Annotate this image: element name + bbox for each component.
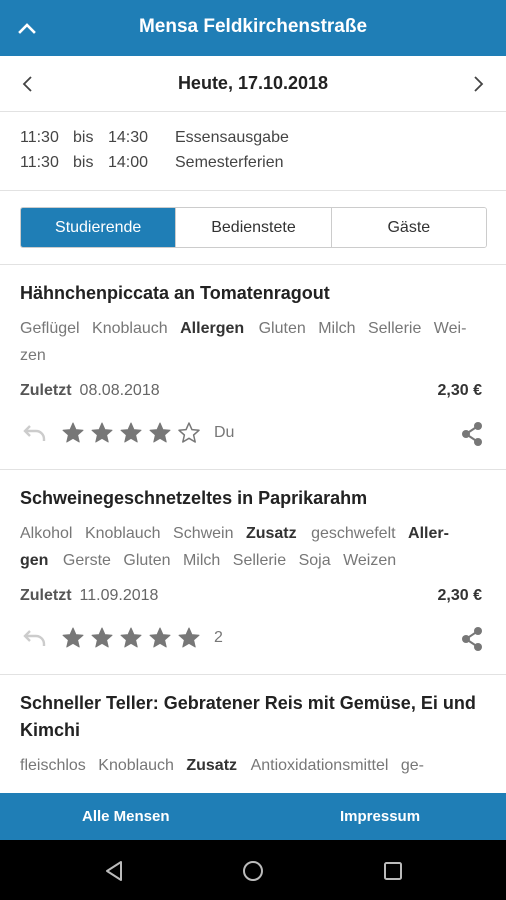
- star-empty-icon[interactable]: [177, 421, 201, 445]
- imprint-button[interactable]: Impressum: [340, 808, 420, 825]
- tag: Wei-: [433, 320, 467, 337]
- meal-card[interactable]: Schweinegeschnetzeltes in Paprikarahm Al…: [20, 485, 486, 656]
- tag: Knoblauch: [84, 525, 161, 542]
- tag: Knoblauch: [92, 320, 168, 337]
- hours-from: 11:30: [20, 129, 59, 146]
- meal-tags: Alkohol Knoblauch Schwein Zusatz geschwe…: [20, 520, 486, 574]
- meal-title: Hähnchenpiccata an Tomatenragout: [20, 283, 330, 303]
- tab-gaeste[interactable]: Gäste: [330, 208, 486, 247]
- star-filled-icon[interactable]: [148, 626, 172, 650]
- last-served-date: 11.09.2018: [79, 587, 159, 604]
- hours-bis: bis: [73, 129, 94, 146]
- star-filled-icon[interactable]: [61, 626, 85, 650]
- bottom-bar: Alle Mensen Impressum: [0, 793, 506, 840]
- meal-tags: Geflügel Knoblauch Allergen Gluten Milch…: [20, 315, 486, 369]
- meal-card[interactable]: Schneller Teller: Gebratener Reis mit Ge…: [20, 690, 486, 779]
- undo-icon[interactable]: [20, 628, 48, 650]
- last-served-label: Zuletzt: [20, 587, 72, 604]
- hours-to: 14:30: [108, 129, 149, 146]
- home-icon[interactable]: [241, 859, 265, 883]
- divider: [0, 264, 506, 265]
- recents-icon[interactable]: [381, 859, 405, 883]
- tag-category: Zusatz: [186, 757, 238, 774]
- star-filled-icon[interactable]: [119, 626, 143, 650]
- meal-tags: fleischlos Knoblauch Zusatz Antioxidatio…: [20, 752, 486, 779]
- divider: [0, 674, 506, 675]
- tag: Schwein: [173, 525, 234, 542]
- share-icon[interactable]: [460, 626, 484, 652]
- meal-rating: Du: [20, 419, 486, 451]
- hours-description: Semesterferien: [175, 154, 284, 171]
- tag: Soja: [298, 552, 331, 569]
- current-date: Heute, 17.10.2018: [177, 73, 329, 93]
- tag: Gluten: [123, 552, 171, 569]
- tag: ge-: [400, 757, 424, 774]
- divider: [0, 469, 506, 470]
- rating-count: 2: [214, 629, 223, 646]
- system-navigation-bar: [0, 840, 506, 900]
- tag-category: Allergen: [180, 320, 245, 337]
- tag-category: Zusatz: [245, 525, 297, 542]
- tag: Milch: [318, 320, 356, 337]
- hours-to: 14:00: [108, 154, 149, 171]
- page-title: Mensa Feldkirchenstraße: [138, 16, 368, 37]
- star-filled-icon[interactable]: [90, 626, 114, 650]
- tag: Gerste: [62, 552, 111, 569]
- tag: Gluten: [258, 320, 306, 337]
- rating-count: Du: [214, 424, 235, 441]
- meal-title: Schweinegeschnetzeltes in Paprikarahm: [20, 488, 368, 508]
- star-rating[interactable]: [61, 421, 206, 445]
- price-group-tabs: Studierende Bedienstete Gäste: [20, 207, 487, 248]
- meal-price: 2,30 €: [437, 382, 482, 399]
- tab-studierende[interactable]: Studierende: [21, 208, 176, 247]
- last-served-date: 08.08.2018: [79, 382, 160, 399]
- star-filled-icon[interactable]: [119, 421, 143, 445]
- tag: Geflügel: [20, 320, 80, 337]
- hours-from: 11:30: [20, 154, 59, 171]
- undo-icon[interactable]: [20, 423, 48, 445]
- meal-card[interactable]: Hähnchenpiccata an Tomatenragout Geflüge…: [20, 280, 486, 451]
- tag: geschwefelt: [311, 525, 396, 542]
- chevron-right-icon[interactable]: [468, 74, 488, 94]
- star-filled-icon[interactable]: [90, 421, 114, 445]
- meal-rating: 2: [20, 624, 486, 656]
- tag: Milch: [182, 552, 221, 569]
- opening-hours: 11:30 bis 14:30 Essensausgabe 11:30 bis …: [0, 113, 506, 191]
- back-icon[interactable]: [102, 859, 126, 883]
- tag: Sellerie: [232, 552, 287, 569]
- star-filled-icon[interactable]: [148, 421, 172, 445]
- star-rating[interactable]: [61, 626, 206, 650]
- last-served: Zuletzt 11.09.2018 2,30 €: [20, 587, 486, 611]
- meal-price: 2,30 €: [437, 587, 482, 604]
- tag: Knoblauch: [98, 757, 174, 774]
- tag: zen: [20, 347, 46, 364]
- star-filled-icon[interactable]: [177, 626, 201, 650]
- star-filled-icon[interactable]: [61, 421, 85, 445]
- date-navigation: Heute, 17.10.2018: [0, 56, 506, 112]
- last-served-label: Zuletzt: [20, 382, 72, 399]
- meal-title: Schneller Teller: Gebratener Reis mit Ge…: [20, 693, 476, 740]
- tag: Weizen: [343, 552, 397, 569]
- app-bar: Mensa Feldkirchenstraße: [0, 0, 506, 56]
- tag: Antioxidationsmittel: [250, 757, 389, 774]
- tab-bedienstete[interactable]: Bedienstete: [175, 208, 331, 247]
- hours-bis: bis: [73, 154, 94, 171]
- tag: Alkohol: [20, 525, 73, 542]
- tag: fleischlos: [20, 757, 86, 774]
- share-icon[interactable]: [460, 421, 484, 447]
- all-canteens-button[interactable]: Alle Mensen: [82, 808, 170, 825]
- tag: Sellerie: [367, 320, 422, 337]
- tag-category: Aller-: [408, 525, 449, 542]
- tag-category: gen: [20, 552, 49, 569]
- last-served: Zuletzt 08.08.2018 2,30 €: [20, 382, 486, 406]
- hours-description: Essensausgabe: [175, 129, 289, 146]
